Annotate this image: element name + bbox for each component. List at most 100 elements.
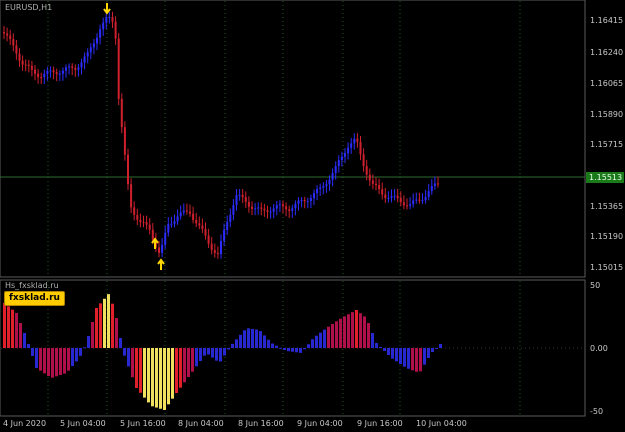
histogram-bar: [203, 348, 206, 356]
candle-body: [226, 221, 229, 230]
histogram-bar: [167, 348, 170, 405]
candle-body: [65, 67, 67, 71]
candle-body: [220, 240, 222, 255]
histogram-bar: [355, 310, 358, 348]
price-axis[interactable]: 1.16415 1.16240 1.16065 1.15890 1.15715 …: [586, 16, 624, 272]
candle-body: [136, 214, 139, 220]
candle-body: [356, 138, 359, 142]
candle-body: [316, 189, 319, 194]
histogram-bar: [407, 348, 410, 369]
indicator-axis[interactable]: 50 0.00 -50: [590, 281, 608, 416]
histogram-bar: [247, 328, 250, 348]
candle-body: [114, 21, 117, 39]
candle-body: [117, 38, 120, 99]
main-price-pane[interactable]: EURUSD,H1: [0, 0, 586, 278]
candle-body: [331, 173, 334, 180]
histogram-bar: [35, 348, 38, 368]
candle-body: [15, 45, 18, 54]
candle-body: [247, 201, 250, 207]
candle-body: [89, 47, 92, 53]
candle-body: [319, 187, 322, 190]
histogram-bar: [127, 348, 130, 367]
candle-body: [99, 29, 102, 38]
histogram-bar: [75, 348, 78, 362]
histogram-bar: [7, 306, 10, 348]
candle-body: [52, 70, 55, 73]
candle-body: [37, 73, 40, 78]
candle-body: [102, 22, 105, 30]
histogram-bar: [211, 348, 214, 358]
candle-body: [173, 221, 176, 224]
candle-body: [359, 141, 362, 155]
candle-body: [340, 156, 343, 161]
histogram-bar: [67, 348, 70, 371]
candle-body: [322, 186, 325, 188]
candle-body: [123, 127, 126, 155]
histogram-bar: [27, 344, 30, 348]
indicator-tick: 50: [590, 281, 600, 290]
histogram-bar: [147, 348, 150, 403]
indicator-pane[interactable]: Hs_fxsklad.ru: [0, 279, 586, 417]
histogram-bar: [191, 348, 194, 372]
price-tick: 1.15190: [590, 232, 623, 241]
histogram-bar: [243, 330, 246, 348]
histogram-bar: [303, 348, 306, 350]
histogram-bar: [187, 348, 190, 377]
candle-body: [12, 39, 15, 46]
histogram-bar: [263, 335, 266, 348]
histogram-bar: [63, 348, 66, 374]
histogram-bar: [235, 339, 238, 348]
candle-body: [151, 229, 154, 240]
candle-body: [213, 250, 216, 254]
indicator-tick: 0.00: [590, 344, 608, 353]
candle-body: [21, 60, 24, 65]
candle-body: [86, 52, 89, 57]
histogram-bar: [259, 331, 262, 348]
histogram-bar: [115, 318, 118, 348]
candle-body: [161, 244, 164, 253]
candle-body: [120, 98, 123, 128]
time-axis[interactable]: 4 Jun 2020 5 Jun 04:00 5 Jun 16:00 8 Jun…: [3, 419, 467, 428]
histogram-bar: [151, 348, 154, 407]
histogram-bar: [95, 308, 98, 348]
histogram-bar: [55, 348, 58, 377]
candle-body: [399, 198, 402, 203]
candle-body: [328, 179, 331, 185]
histogram-bar: [367, 323, 370, 348]
time-tick: 4 Jun 2020: [3, 419, 46, 428]
candle-body: [300, 200, 303, 202]
candle-body: [18, 53, 21, 61]
candle-body: [74, 67, 77, 70]
candle-body: [313, 193, 315, 199]
candle-body: [210, 243, 213, 251]
histogram-bar: [435, 348, 438, 349]
candle-body: [111, 17, 114, 22]
histogram-bar: [215, 348, 218, 361]
candle-body: [223, 229, 226, 241]
candle-body: [272, 208, 275, 212]
candle-body: [297, 200, 300, 204]
chart-canvas[interactable]: EURUSD,H1 1.16415 1.16240 1.16065 1.1589…: [0, 0, 625, 432]
candle-body: [269, 211, 272, 213]
candle-body: [325, 184, 328, 187]
candle-body: [61, 70, 64, 74]
candle: [127, 148, 129, 190]
brand-badge[interactable]: fxsklad.ru: [4, 291, 65, 306]
candle-body: [390, 196, 393, 198]
histogram-bar: [139, 348, 142, 393]
candle-body: [9, 35, 12, 40]
candle-body: [421, 200, 424, 202]
candle-body: [30, 65, 33, 70]
candle-body: [362, 154, 365, 167]
histogram-bar: [439, 344, 442, 348]
histogram-bar: [31, 348, 34, 356]
candle-body: [412, 200, 415, 205]
histogram-bar: [19, 323, 22, 348]
histogram-bar: [267, 339, 270, 348]
histogram-bar: [423, 348, 426, 365]
histogram-bar: [71, 348, 74, 367]
current-price-value: 1.15513: [589, 173, 622, 182]
histogram-bar: [51, 348, 54, 378]
time-tick: 8 Jun 16:00: [238, 419, 284, 428]
indicator-label: Hs_fxsklad.ru: [5, 281, 59, 290]
